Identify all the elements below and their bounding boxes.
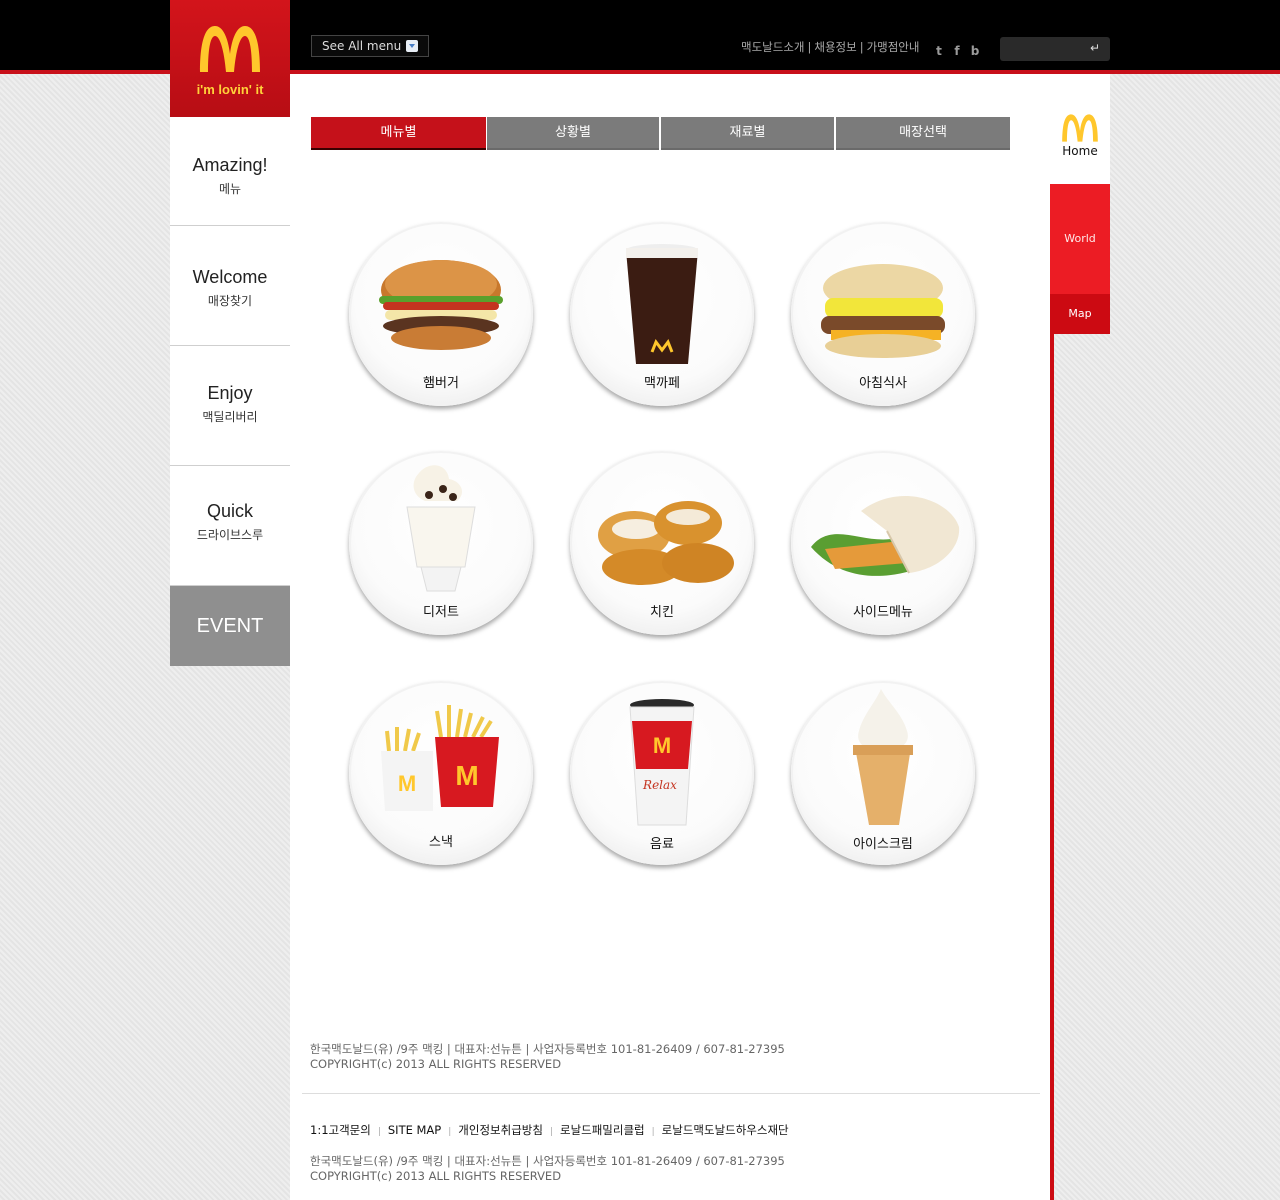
footer-info-line: 한국맥도날드(유) /9주 맥킹 | 대표자:선뉴튼 | 사업자등록번호 101… xyxy=(310,1154,785,1168)
left-nav-item-subtitle: 맥딜리버리 xyxy=(202,410,258,424)
footer-link-family-club[interactable]: 로날드패밀리클럽 xyxy=(560,1123,645,1137)
logo-slogan: i'm lovin' it xyxy=(196,82,264,97)
menu-item-mccafe[interactable]: 맥까페 xyxy=(570,222,754,406)
see-all-menu-dropdown[interactable]: See All menu xyxy=(311,35,429,57)
tab-by-menu[interactable]: 메뉴별 xyxy=(311,117,486,150)
top-link-about[interactable]: 맥도날드소개 xyxy=(741,40,804,54)
menu-item-snack[interactable]: M M 스낵 xyxy=(349,681,533,865)
left-nav-item-title: Amazing! xyxy=(192,155,268,175)
svg-text:M: M xyxy=(455,760,478,791)
mcdonalds-logo[interactable]: i'm lovin' it xyxy=(170,0,290,117)
footer-link-rmhc[interactable]: 로날드맥도날드하우스재단 xyxy=(662,1123,789,1137)
menu-item-label: 스낵 xyxy=(429,835,453,850)
menu-item-ice-cream[interactable]: 아이스크림 xyxy=(791,681,975,865)
search-input[interactable] xyxy=(1004,40,1088,58)
menu-item-label: 치킨 xyxy=(650,605,674,620)
golden-arches-icon xyxy=(200,26,260,72)
blog-icon[interactable]: b xyxy=(969,45,981,58)
menu-item-label: 음료 xyxy=(650,837,674,852)
menu-item-label: 아침식사 xyxy=(859,376,907,391)
footer-copyright: COPYRIGHT(c) 2013 ALL RIGHTS RESERVED xyxy=(310,1169,562,1183)
top-link-franchise[interactable]: 가맹점안내 xyxy=(867,40,920,54)
footer-link-sitemap[interactable]: SITE MAP xyxy=(388,1123,441,1137)
world-label: World xyxy=(1064,232,1096,245)
svg-text:M: M xyxy=(398,771,416,796)
left-nav-event-button[interactable]: EVENT xyxy=(170,586,290,666)
menu-tabs: 메뉴별 상황별 재료별 매장선택 xyxy=(311,117,1010,150)
menu-item-label: 아이스크림 xyxy=(853,837,913,852)
search-enter-icon[interactable]: ↵ xyxy=(1090,41,1100,55)
map-button[interactable]: Map xyxy=(1050,294,1110,334)
menu-item-chicken[interactable]: 치킨 xyxy=(570,451,754,635)
left-nav-item-store-finder[interactable]: Welcome 매장찾기 xyxy=(170,226,290,346)
menu-item-burger[interactable]: 햄버거 xyxy=(349,222,533,406)
footer-info-line: 한국맥도날드(유) /9주 맥킹 | 대표자:선뉴튼 | 사업자등록번호 101… xyxy=(310,1042,785,1056)
tab-store-select[interactable]: 매장선택 xyxy=(836,117,1010,150)
menu-item-label: 햄버거 xyxy=(423,376,459,391)
left-nav-item-menu[interactable]: Amazing! 메뉴 xyxy=(170,117,290,226)
footer-link-inquiry[interactable]: 1:1고객문의 xyxy=(310,1123,371,1137)
search-box: ↵ xyxy=(1000,37,1110,61)
left-nav-item-title: Enjoy xyxy=(207,383,253,403)
left-nav-item-delivery[interactable]: Enjoy 맥딜리버리 xyxy=(170,346,290,466)
twitter-icon[interactable]: t xyxy=(933,45,945,58)
top-links: 맥도날드소개 | 채용정보 | 가맹점안내 xyxy=(741,40,920,54)
left-nav-item-title: Welcome xyxy=(192,267,268,287)
tab-by-ingredient[interactable]: 재료별 xyxy=(661,117,834,150)
footer-company-info: 한국맥도날드(유) /9주 맥킹 | 대표자:선뉴튼 | 사업자등록번호 101… xyxy=(310,1042,785,1072)
left-nav-item-subtitle: 메뉴 xyxy=(218,182,242,196)
footer-copyright: COPYRIGHT(c) 2013 ALL RIGHTS RESERVED xyxy=(310,1057,562,1071)
chevron-down-icon xyxy=(406,40,418,52)
menu-item-label: 디저트 xyxy=(423,605,459,620)
menu-item-label: 사이드메뉴 xyxy=(853,605,913,620)
svg-text:Relax: Relax xyxy=(642,778,677,792)
home-button[interactable]: Home xyxy=(1050,74,1110,184)
menu-item-drink[interactable]: M Relax 음료 xyxy=(570,681,754,865)
footer-link-privacy[interactable]: 개인정보취급방침 xyxy=(458,1123,543,1137)
home-label: Home xyxy=(1062,144,1098,158)
facebook-icon[interactable]: f xyxy=(951,45,963,58)
see-all-menu-label: See All menu xyxy=(322,39,402,53)
left-nav-item-drive-thru[interactable]: Quick 드라이브스루 xyxy=(170,466,290,586)
menu-item-sides[interactable]: 사이드메뉴 xyxy=(791,451,975,635)
social-links: tfb xyxy=(933,40,987,59)
footer-links: 1:1고객문의 | SITE MAP | 개인정보취급방침 | 로날드패밀리클럽 | 로날드맥도… xyxy=(310,1123,789,1137)
golden-arches-icon xyxy=(1062,114,1098,142)
right-red-line xyxy=(1050,334,1054,1200)
left-nav: Amazing! 메뉴 Welcome 매장찾기 Enjoy 맥딜리버리 Qui… xyxy=(170,117,290,666)
left-nav-item-subtitle: 드라이브스루 xyxy=(196,528,264,542)
left-nav-item-title: Quick xyxy=(206,501,253,521)
tab-by-situation[interactable]: 상황별 xyxy=(487,117,659,150)
left-nav-item-subtitle: 매장찾기 xyxy=(207,294,253,308)
menu-item-dessert[interactable]: 디저트 xyxy=(349,451,533,635)
svg-text:M: M xyxy=(653,733,671,758)
menu-item-label: 맥까페 xyxy=(644,376,680,391)
world-button[interactable]: World xyxy=(1050,184,1110,294)
footer-divider xyxy=(302,1093,1040,1094)
top-link-recruit[interactable]: 채용정보 xyxy=(814,40,856,54)
menu-item-breakfast[interactable]: 아침식사 xyxy=(791,222,975,406)
footer-company-info-bottom: 한국맥도날드(유) /9주 맥킹 | 대표자:선뉴튼 | 사업자등록번호 101… xyxy=(310,1154,785,1184)
